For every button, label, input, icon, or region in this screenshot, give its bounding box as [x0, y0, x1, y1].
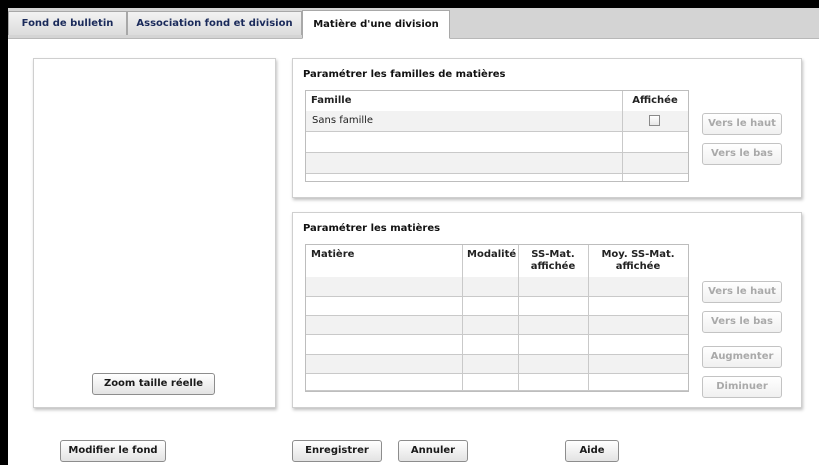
table-row	[306, 297, 688, 316]
column-header-affichee: Affichée	[632, 95, 678, 106]
table-row	[306, 355, 688, 374]
save-button[interactable]: Enregistrer	[292, 440, 382, 462]
preview-panel: Zoom taille réelle	[33, 58, 276, 408]
tab-association-fond-division[interactable]: Association fond et division	[127, 11, 302, 35]
matieres-move-up-button[interactable]: Vers le haut	[702, 281, 782, 303]
table-row	[306, 335, 688, 355]
tab-bar: Fond de bulletin Association fond et div…	[8, 8, 819, 39]
familles-panel: Paramétrer les familles de matières Fami…	[292, 58, 802, 198]
modify-background-button[interactable]: Modifier le fond	[60, 440, 166, 462]
familles-move-down-button[interactable]: Vers le bas	[702, 143, 782, 165]
table-row	[306, 277, 688, 297]
table-row	[306, 132, 688, 153]
familles-move-up-button[interactable]: Vers le haut	[702, 113, 782, 135]
matieres-panel: Paramétrer les matières Matière Modalité…	[292, 212, 802, 408]
column-header-moy-ss-mat-affichee: Moy. SS-Mat. affichée	[601, 249, 675, 272]
affichee-checkbox[interactable]	[649, 115, 660, 126]
column-header-modalite: Modalité	[467, 249, 517, 260]
matieres-table: Matière Modalité SS-Mat. affichée Moy. S…	[305, 244, 689, 392]
zoom-real-size-button[interactable]: Zoom taille réelle	[92, 373, 215, 395]
familles-title: Paramétrer les familles de matières	[303, 69, 506, 80]
table-row	[306, 374, 688, 391]
table-row	[306, 153, 688, 174]
cancel-button[interactable]: Annuler	[398, 440, 468, 462]
familles-table: Famille Affichée Sans famille	[305, 90, 689, 182]
tab-fond-de-bulletin[interactable]: Fond de bulletin	[8, 11, 127, 35]
help-button[interactable]: Aide	[565, 440, 619, 462]
matieres-table-header: Matière Modalité SS-Mat. affichée Moy. S…	[306, 245, 688, 278]
increase-button[interactable]: Augmenter	[702, 346, 782, 368]
column-header-ss-mat-affichee: SS-Mat. affichée	[530, 249, 576, 272]
famille-cell: Sans famille	[312, 115, 374, 126]
column-header-matiere: Matière	[311, 249, 355, 260]
decrease-button[interactable]: Diminuer	[702, 376, 782, 398]
table-row	[306, 316, 688, 335]
column-header-famille: Famille	[311, 95, 352, 106]
matieres-move-down-button[interactable]: Vers le bas	[702, 311, 782, 333]
matieres-title: Paramétrer les matières	[303, 223, 441, 234]
app-window: Fond de bulletin Association fond et div…	[8, 8, 819, 465]
tab-matiere-division[interactable]: Matière d'une division	[302, 10, 450, 39]
table-row[interactable]: Sans famille	[306, 111, 688, 132]
familles-table-header: Famille Affichée	[306, 91, 688, 112]
